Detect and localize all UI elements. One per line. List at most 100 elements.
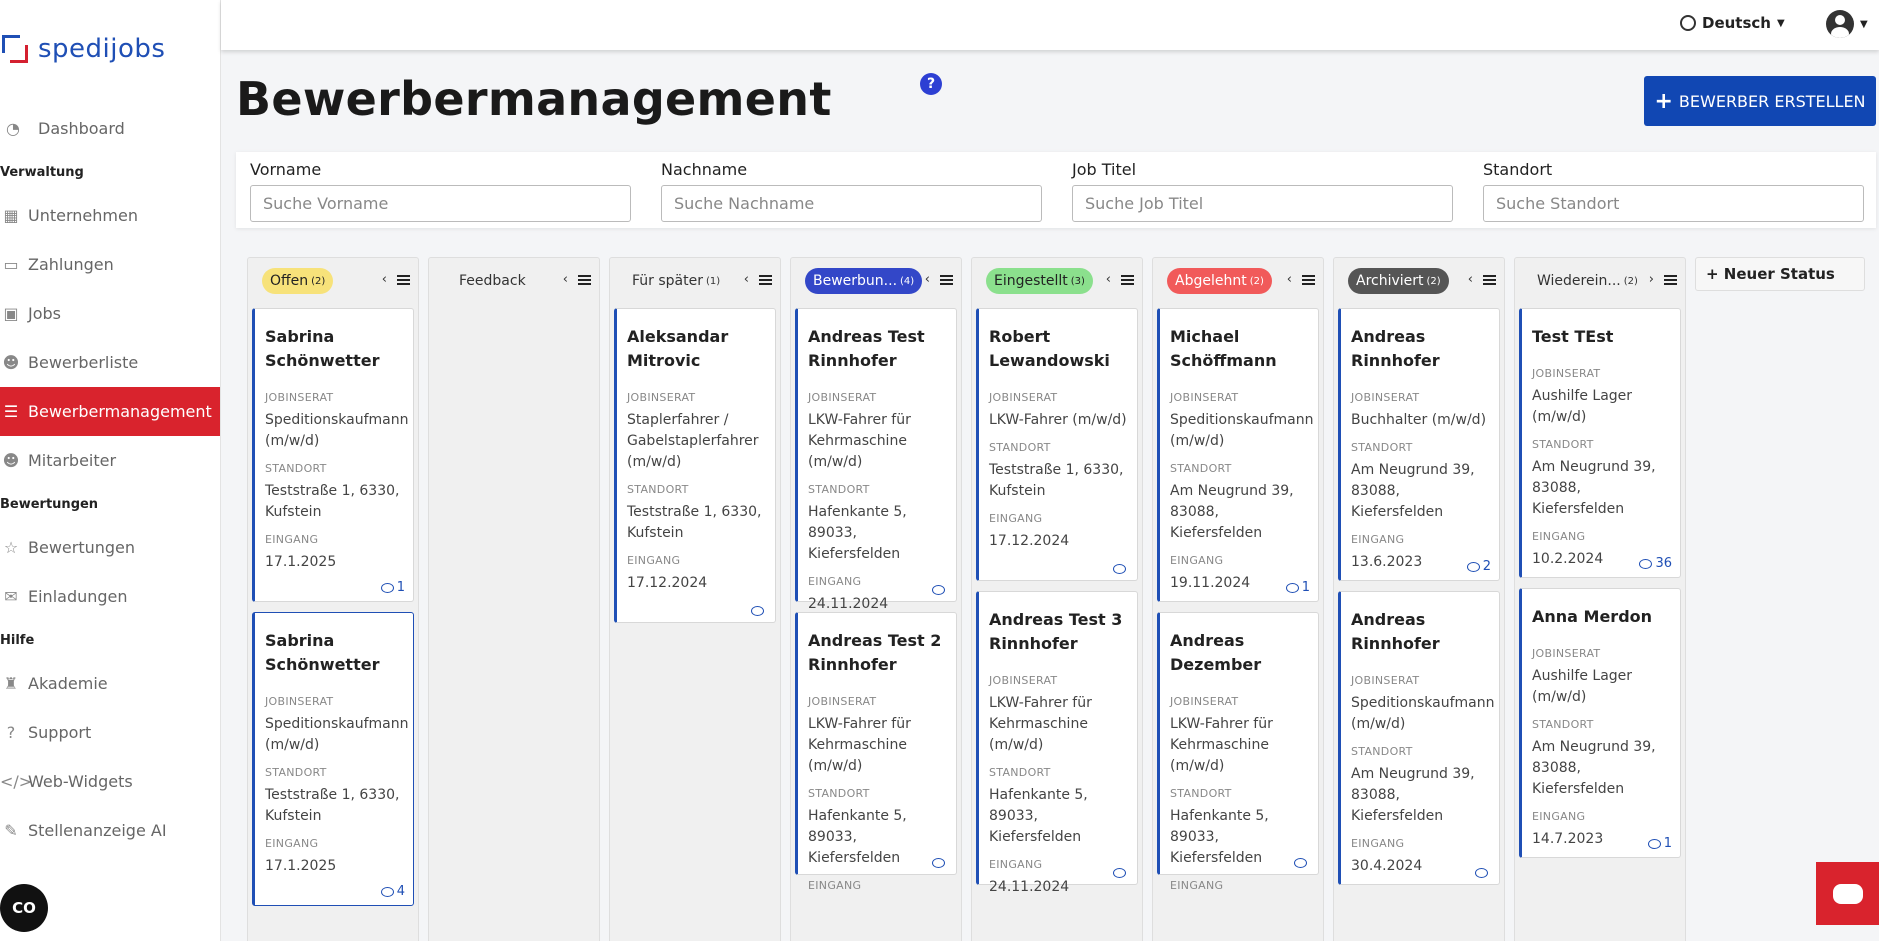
column-controls: ‹ bbox=[563, 272, 591, 287]
sidebar-item-mitarbeiter[interactable]: ☻ Mitarbeiter bbox=[0, 436, 220, 485]
comments-indicator[interactable]: 36 bbox=[1639, 556, 1672, 571]
comments-indicator[interactable] bbox=[1113, 564, 1129, 574]
sidebar-item-unternehmen[interactable]: ▦ Unternehmen bbox=[0, 191, 220, 240]
cookie-settings-button[interactable]: CO bbox=[0, 884, 48, 932]
applicant-card[interactable]: Andreas Test Rinnhofer JOBINSERAT LKW-Fahr… bbox=[795, 308, 957, 612]
app: spedijobs ◔ Dashboard Verwaltung ▦ Unternehm… bbox=[0, 0, 1879, 941]
sidebar-item-einladungen[interactable]: ✉ Einladungen bbox=[0, 572, 220, 621]
status-title: Eingestellt bbox=[994, 273, 1068, 289]
comment-count: 1 bbox=[1663, 836, 1672, 851]
applicant-card[interactable]: Andreas Test 2 Rinnhofer JOBINSERAT LKW-Fa… bbox=[795, 612, 957, 892]
applicant-name: Andreas Rinnhofer bbox=[1351, 327, 1440, 370]
create-applicant-button[interactable]: + BEWERBER ERSTELLEN bbox=[1644, 76, 1876, 126]
status-badge[interactable]: Abgelehnt (2) bbox=[1167, 268, 1272, 294]
user-menu[interactable]: ▼ bbox=[1826, 10, 1868, 38]
comments-indicator[interactable] bbox=[932, 858, 948, 868]
menu-icon[interactable] bbox=[940, 274, 953, 285]
menu-icon[interactable] bbox=[1483, 274, 1496, 285]
chevron-left-icon[interactable]: ‹ bbox=[1287, 272, 1292, 287]
menu-icon[interactable] bbox=[1664, 274, 1677, 285]
job-title: LKW-Fahrer für Kehrmaschine (m/w/d) bbox=[1170, 716, 1273, 774]
chevron-down-icon: ▼ bbox=[1860, 18, 1868, 30]
standort-label: STANDORT bbox=[808, 483, 870, 496]
status-column: Für später (1) ‹ Aleksandar Mitrovic JOBINSE… bbox=[609, 257, 781, 941]
users-icon: ☻ bbox=[2, 451, 20, 470]
applicant-card[interactable]: Sabrina Schönwetter JOBINSERAT Speditionsk… bbox=[252, 308, 414, 602]
menu-icon[interactable] bbox=[1302, 274, 1315, 285]
sidebar-item-web-widgets[interactable]: </> Web-Widgets bbox=[0, 757, 220, 806]
applicant-card[interactable]: Andreas Rinnhofer JOBINSERAT Buchhalter (m… bbox=[1338, 308, 1500, 581]
sidebar-item-bewerbermanagement[interactable]: ☰ Bewerbermanagement bbox=[0, 387, 220, 436]
menu-icon[interactable] bbox=[578, 274, 591, 285]
brand-logo[interactable]: spedijobs bbox=[2, 34, 165, 64]
applicant-card[interactable]: Andreas Rinnhofer JOBINSERAT Speditionskau… bbox=[1338, 591, 1500, 885]
menu-icon[interactable] bbox=[397, 274, 410, 285]
jobtitel-search-input[interactable] bbox=[1072, 185, 1453, 222]
applicant-card[interactable]: Andreas Dezember JOBINSERAT LKW-Fahrer für… bbox=[1157, 612, 1319, 892]
nachname-search-input[interactable] bbox=[661, 185, 1042, 222]
sidebar-item-support[interactable]: ? Support bbox=[0, 708, 220, 757]
status-badge[interactable]: Feedback bbox=[451, 268, 537, 294]
sidebar-item-bewerberliste[interactable]: ☻ Bewerberliste bbox=[0, 338, 220, 387]
status-column-header: Offen (2) ‹ bbox=[248, 258, 418, 303]
comments-indicator[interactable] bbox=[751, 606, 767, 616]
menu-icon[interactable] bbox=[1121, 274, 1134, 285]
comments-indicator[interactable] bbox=[1475, 868, 1491, 878]
chat-button[interactable] bbox=[1816, 862, 1879, 925]
sidebar-item-stellenanzeige-ai[interactable]: ✎ Stellenanzeige AI bbox=[0, 806, 220, 855]
comments-indicator[interactable] bbox=[1294, 858, 1310, 868]
new-status-button[interactable]: + Neuer Status bbox=[1695, 257, 1865, 291]
status-badge[interactable]: Offen (2) bbox=[262, 268, 334, 294]
sidebar-item-akademie[interactable]: ♜ Akademie bbox=[0, 659, 220, 708]
vorname-search-input[interactable] bbox=[250, 185, 631, 222]
comments-indicator[interactable] bbox=[932, 585, 948, 595]
status-badge[interactable]: Bewerbun... (4) bbox=[805, 268, 923, 294]
comment-count: 36 bbox=[1655, 556, 1672, 571]
graduation-icon: ♜ bbox=[3, 674, 19, 693]
status-badge[interactable]: Für später (1) bbox=[624, 268, 728, 294]
comments-indicator[interactable]: 1 bbox=[1647, 836, 1672, 851]
applicant-card[interactable]: Andreas Test 3 Rinnhofer JOBINSERAT LKW-Fa… bbox=[976, 591, 1138, 895]
location: Hafenkante 5, 89033, Kiefersfelden bbox=[1170, 808, 1269, 866]
jobinserat-label: JOBINSERAT bbox=[265, 391, 334, 404]
applicant-card[interactable]: Michael Schöffmann JOBINSERAT Speditionska… bbox=[1157, 308, 1319, 602]
status-title: Archiviert bbox=[1356, 273, 1424, 289]
user-list-icon: ☻ bbox=[2, 353, 20, 372]
status-badge[interactable]: Eingestellt (3) bbox=[986, 268, 1093, 294]
standort-search-input[interactable] bbox=[1483, 185, 1864, 222]
applicant-card[interactable]: Anna Merdon JOBINSERAT Aushilfe Lager (m/w… bbox=[1519, 588, 1681, 858]
sidebar-item-dashboard[interactable]: ◔ Dashboard bbox=[0, 104, 220, 153]
chevron-left-icon[interactable]: ‹ bbox=[925, 272, 930, 287]
status-badge[interactable]: Wiederein... (2) bbox=[1529, 268, 1646, 294]
chevron-left-icon[interactable]: ‹ bbox=[744, 272, 749, 287]
chevron-left-icon[interactable]: ‹ bbox=[563, 272, 568, 287]
comments-indicator[interactable]: 4 bbox=[380, 884, 405, 899]
applicant-card[interactable]: Robert Lewandowski JOBINSERAT LKW-Fahrer (… bbox=[976, 308, 1138, 581]
applicant-card[interactable]: Test TEst JOBINSERAT Aushilfe Lager (m/w/d… bbox=[1519, 308, 1681, 578]
chevron-right-icon[interactable]: › bbox=[1649, 272, 1654, 287]
comments-indicator[interactable] bbox=[1113, 868, 1129, 878]
comments-indicator[interactable]: 2 bbox=[1466, 559, 1491, 574]
location: Teststraße 1, 6330, Kufstein bbox=[265, 787, 400, 824]
status-badge[interactable]: Archiviert (2) bbox=[1348, 268, 1449, 294]
sidebar-item-jobs[interactable]: ▣ Jobs bbox=[0, 289, 220, 338]
standort-label: STANDORT bbox=[265, 462, 327, 475]
job-title: LKW-Fahrer für Kehrmaschine (m/w/d) bbox=[808, 716, 911, 774]
sidebar-item-zahlungen[interactable]: ▭ Zahlungen bbox=[0, 240, 220, 289]
chevron-left-icon[interactable]: ‹ bbox=[382, 272, 387, 287]
language-switcher[interactable]: Deutsch ▼ bbox=[1680, 14, 1785, 32]
job-title: Aushilfe Lager (m/w/d) bbox=[1532, 388, 1633, 425]
sidebar-item-bewertungen[interactable]: ☆ Bewertungen bbox=[0, 523, 220, 572]
help-icon[interactable]: ? bbox=[920, 73, 942, 95]
applicant-card[interactable]: Sabrina Schönwetter JOBINSERAT Speditionsk… bbox=[252, 612, 414, 906]
chevron-left-icon[interactable]: ‹ bbox=[1106, 272, 1111, 287]
chevron-left-icon[interactable]: ‹ bbox=[1468, 272, 1473, 287]
comments-indicator[interactable]: 1 bbox=[1285, 580, 1310, 595]
menu-icon[interactable] bbox=[759, 274, 772, 285]
eingang-label: EINGANG bbox=[627, 554, 681, 567]
sidebar-item-label: Dashboard bbox=[38, 119, 125, 138]
applicant-card[interactable]: Aleksandar Mitrovic JOBINSERAT Staplerfahr… bbox=[614, 308, 776, 623]
comments-indicator[interactable]: 1 bbox=[380, 580, 405, 595]
eingang-label: EINGANG bbox=[1351, 837, 1405, 850]
status-column-header: Archiviert (2) ‹ bbox=[1334, 258, 1504, 303]
